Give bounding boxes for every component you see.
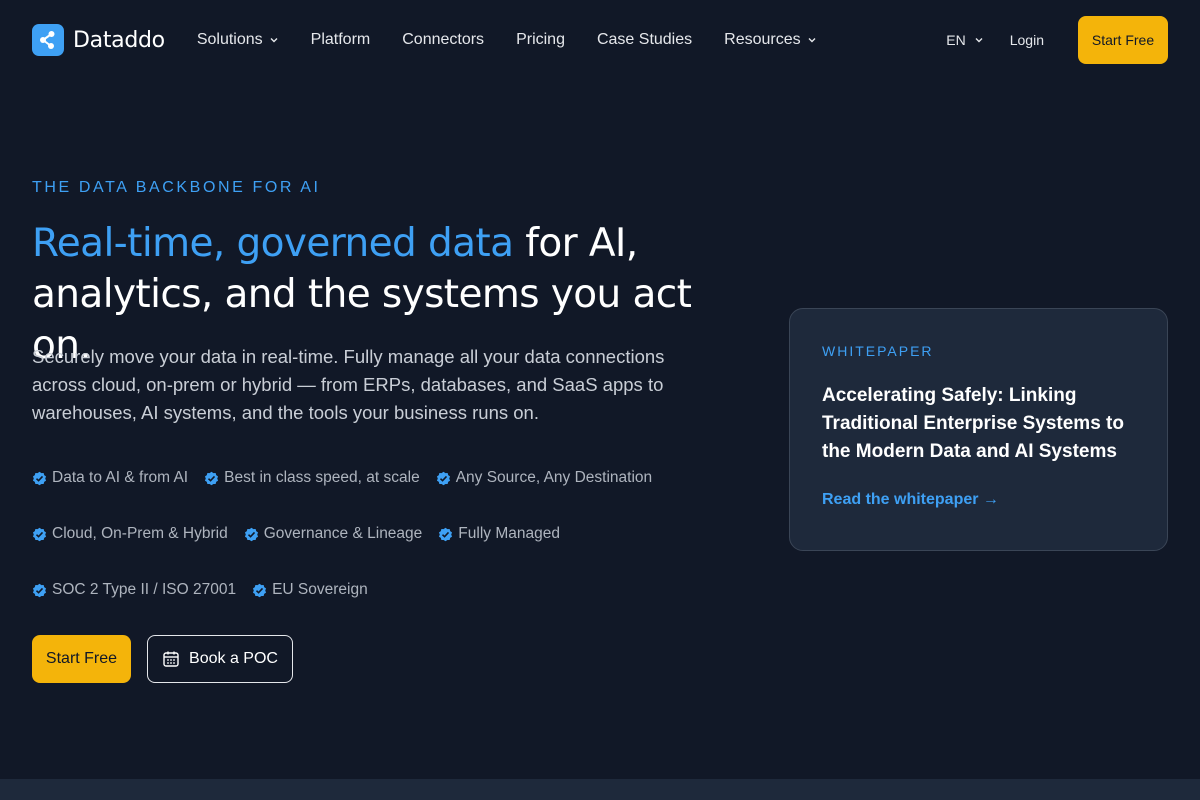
feature-label: Fully Managed <box>458 525 560 542</box>
main-nav: Solutions Platform Connectors Pricing Case S… <box>197 31 817 49</box>
nav-item-label: Connectors <box>402 31 485 48</box>
verified-check-icon <box>439 527 453 541</box>
next-section-edge <box>0 779 1200 800</box>
feature-label: Cloud, On-Prem & Hybrid <box>52 525 228 542</box>
feature-label: SOC 2 Type II / ISO 27001 <box>52 581 237 598</box>
feature-item: Any Source, Any Destination <box>436 466 652 490</box>
chevron-down-icon <box>808 38 816 43</box>
nav-item-label: Case Studies <box>596 31 693 48</box>
whitepaper-eyebrow: WHITEPAPER <box>822 343 934 359</box>
page: Dataddo Solutions Platform Connectors Prici… <box>0 0 1200 800</box>
hero-eyebrow: THE DATA BACKBONE FOR AI <box>32 179 321 196</box>
verified-check-icon <box>253 583 267 597</box>
hero-title-accent: Real-time, governed data <box>32 221 514 266</box>
verified-check-icon <box>205 471 219 485</box>
feature-label: Best in class speed, at scale <box>224 469 420 486</box>
feature-label: Data to AI & from AI <box>52 469 189 486</box>
language-selector[interactable]: EN <box>946 32 983 48</box>
feature-label: EU Sovereign <box>272 581 368 598</box>
feature-item: Fully Managed <box>438 522 560 546</box>
nav-item-label: Solutions <box>196 31 263 48</box>
nav-item-resources[interactable]: Resources <box>724 31 816 49</box>
nav-item-connectors[interactable]: Connectors <box>402 31 484 49</box>
feature-item: Cloud, On-Prem & Hybrid <box>32 522 228 546</box>
nav-start-free-button[interactable]: Start Free <box>1078 16 1168 64</box>
login-link[interactable]: Login <box>1010 32 1044 48</box>
nav-item-solutions[interactable]: Solutions <box>197 31 279 49</box>
header-actions: EN Login Start Free <box>946 16 1168 64</box>
hero-cta-row: Start Free Book a POC <box>32 635 293 683</box>
feature-label: Any Source, Any Destination <box>455 469 653 486</box>
verified-check-icon <box>244 527 258 541</box>
verified-check-icon <box>32 583 47 597</box>
book-poc-label: Book a POC <box>189 650 278 667</box>
nav-item-platform[interactable]: Platform <box>311 31 371 49</box>
feature-item: SOC 2 Type II / ISO 27001 <box>32 578 236 602</box>
chevron-down-icon <box>975 38 983 43</box>
nav-item-case-studies[interactable]: Case Studies <box>597 31 692 49</box>
logo[interactable]: Dataddo <box>32 24 165 56</box>
hero-description: Securely move your data in real-time. Fu… <box>32 346 665 423</box>
feature-item: Data to AI & from AI <box>32 466 188 490</box>
book-poc-button[interactable]: Book a POC <box>147 635 293 683</box>
verified-check-icon <box>436 471 450 485</box>
feature-label: Governance & Lineage <box>263 525 423 542</box>
feature-item: Governance & Lineage <box>244 522 423 546</box>
brand-name: Dataddo <box>73 27 165 53</box>
whitepaper-card[interactable]: WHITEPAPER Accelerating Safely: Linking … <box>789 308 1168 551</box>
language-label: EN <box>946 32 966 48</box>
start-free-button[interactable]: Start Free <box>32 635 131 683</box>
top-nav: Dataddo Solutions Platform Connectors Prici… <box>0 0 1200 80</box>
verified-check-icon <box>32 527 47 541</box>
whitepaper-title: Accelerating Safely: Linking Traditional… <box>822 385 1124 462</box>
nav-item-pricing[interactable]: Pricing <box>516 31 565 49</box>
feature-item: Best in class speed, at scale <box>204 466 420 490</box>
dataddo-logo-icon <box>32 24 64 56</box>
feature-item: EU Sovereign <box>252 578 368 602</box>
nav-item-label: Platform <box>310 31 371 48</box>
read-whitepaper-link[interactable]: Read the whitepaper → <box>822 491 999 509</box>
nav-item-label: Pricing <box>516 31 565 48</box>
verified-check-icon <box>32 471 47 485</box>
feature-list: Data to AI & from AI Best in class speed,… <box>32 466 752 602</box>
nav-item-label: Resources <box>724 31 801 48</box>
calendar-icon <box>163 651 179 667</box>
chevron-down-icon <box>270 38 278 43</box>
